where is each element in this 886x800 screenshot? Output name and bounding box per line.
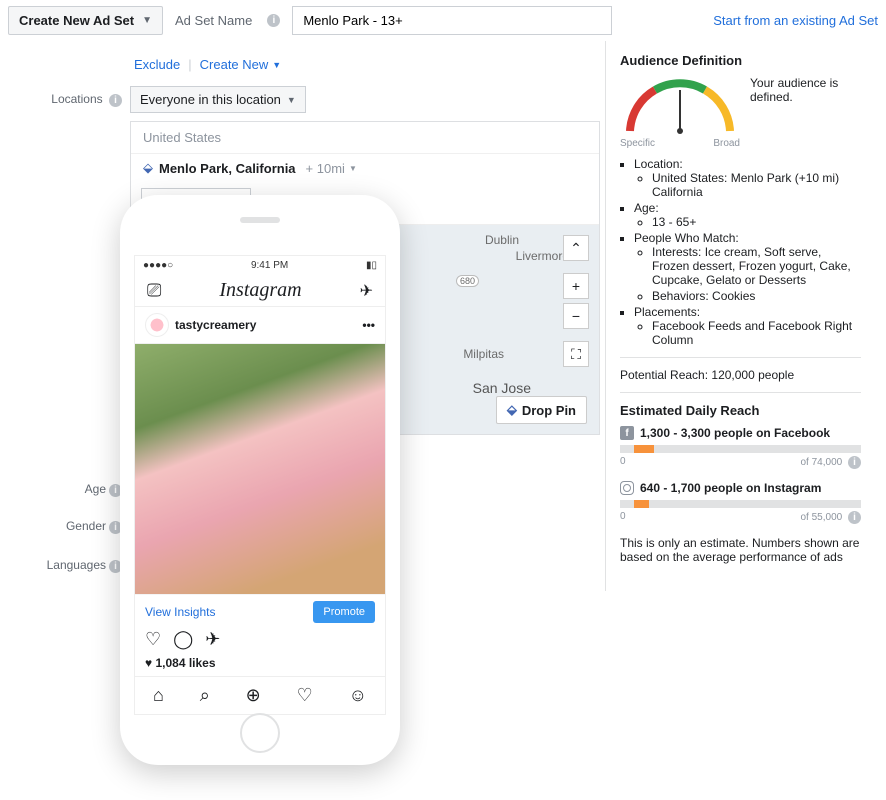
- avatar[interactable]: [145, 313, 169, 337]
- languages-label: Languages: [47, 558, 106, 572]
- status-time: 9:41 PM: [251, 260, 288, 271]
- potential-reach: Potential Reach: 120,000 people: [620, 368, 861, 382]
- heart-icon[interactable]: ♡: [145, 629, 161, 650]
- audience-details-list: Location:United States: Menlo Park (+10 …: [634, 157, 861, 347]
- locations-label: Locations: [51, 92, 102, 106]
- age-label: Age: [85, 482, 106, 496]
- location-radius-dropdown[interactable]: + 10mi ▼: [306, 161, 357, 176]
- phone-preview: ●●●●○ 9:41 PM ▮▯ ⎚ Instagram ✈ tastycrea…: [120, 195, 400, 765]
- ad-set-name-label: Ad Set Name: [175, 13, 252, 28]
- chevron-down-icon: ▼: [287, 95, 296, 105]
- location-scope-dropdown[interactable]: Everyone in this location ▼: [130, 86, 306, 113]
- profile-icon[interactable]: ☺: [349, 685, 367, 706]
- facebook-icon: f: [620, 426, 634, 440]
- ig-reach-bar: [620, 500, 861, 508]
- comment-icon[interactable]: ◯: [173, 629, 193, 650]
- carrier-dots: ●●●●○: [143, 260, 173, 271]
- audience-defined-text: Your audience is defined.: [750, 76, 861, 104]
- map-fullscreen-button[interactable]: ⛶: [563, 341, 589, 367]
- exclude-link[interactable]: Exclude: [134, 57, 180, 72]
- map-collapse-button[interactable]: ⌃: [563, 235, 589, 261]
- ad-set-name-input[interactable]: [292, 6, 612, 35]
- share-icon[interactable]: ✈: [205, 629, 220, 650]
- promote-button[interactable]: Promote: [313, 601, 375, 623]
- create-ad-set-dropdown[interactable]: Create New Ad Set ▼: [8, 6, 163, 35]
- pin-icon: ⬙: [143, 160, 153, 176]
- map-zoom-out-button[interactable]: −: [563, 303, 589, 329]
- info-icon[interactable]: i: [267, 14, 280, 27]
- map-zoom-in-button[interactable]: +: [563, 273, 589, 299]
- camera-icon[interactable]: ⎚: [147, 280, 161, 301]
- chevron-down-icon: ▼: [142, 15, 152, 26]
- instagram-logo: Instagram: [219, 279, 301, 302]
- reach-disclaimer: This is only an estimate. Numbers shown …: [620, 536, 861, 564]
- chevron-down-icon: ▼: [272, 60, 281, 70]
- instagram-icon: [620, 481, 634, 495]
- fb-reach-bar: [620, 445, 861, 453]
- daily-reach-heading: Estimated Daily Reach: [620, 403, 861, 418]
- info-icon[interactable]: i: [848, 456, 861, 469]
- location-country: United States: [131, 122, 599, 154]
- pin-icon: ⬙: [507, 402, 517, 418]
- activity-icon[interactable]: ♡: [297, 685, 313, 706]
- username[interactable]: tastycreamery: [175, 318, 256, 332]
- create-ad-set-label: Create New Ad Set: [19, 13, 134, 28]
- audience-definition-heading: Audience Definition: [620, 53, 861, 68]
- likes-count: 1,084 likes: [155, 656, 215, 670]
- gender-label: Gender: [66, 519, 106, 533]
- location-city: Menlo Park, California: [159, 161, 296, 176]
- drop-pin-button[interactable]: ⬙ Drop Pin: [496, 396, 587, 424]
- post-image[interactable]: [135, 344, 385, 594]
- audience-gauge: [620, 76, 740, 136]
- send-icon[interactable]: ✈: [360, 281, 373, 301]
- create-new-dropdown[interactable]: Create New ▼: [200, 57, 282, 72]
- more-icon[interactable]: •••: [362, 318, 375, 332]
- add-icon[interactable]: ⊕: [246, 685, 261, 706]
- info-icon[interactable]: i: [848, 511, 861, 524]
- search-icon[interactable]: ⌕: [200, 685, 210, 706]
- battery-icon: ▮▯: [366, 260, 377, 271]
- location-item[interactable]: ⬙ Menlo Park, California + 10mi ▼: [131, 154, 599, 182]
- info-icon[interactable]: i: [109, 94, 122, 107]
- chevron-down-icon: ▼: [349, 164, 357, 173]
- view-insights-link[interactable]: View Insights: [145, 605, 215, 619]
- home-icon[interactable]: ⌂: [153, 685, 164, 706]
- start-from-existing-link[interactable]: Start from an existing Ad Set: [713, 13, 878, 28]
